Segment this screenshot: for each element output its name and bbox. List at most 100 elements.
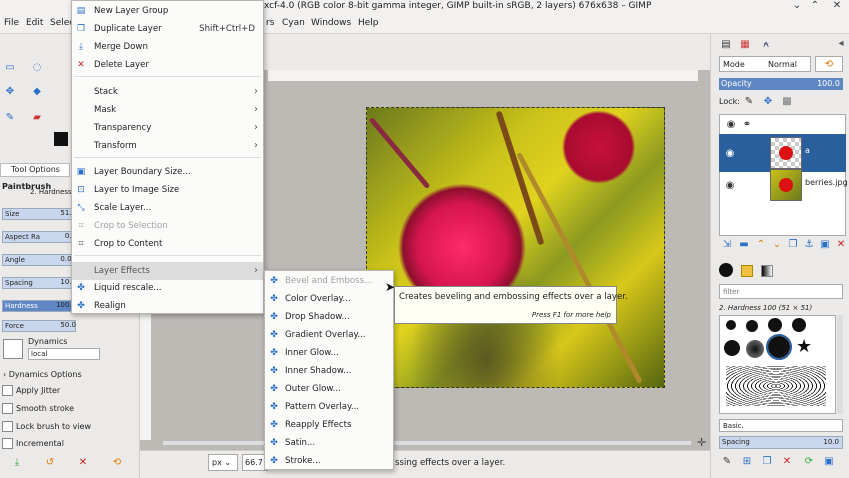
menu-item-delete-layer[interactable]: ✕ Delete Layer — [72, 56, 263, 74]
duplicate-icon[interactable]: ❐ — [787, 238, 799, 250]
menu-windows[interactable]: Windows — [311, 18, 351, 28]
mask-icon[interactable]: ▣ — [819, 238, 831, 250]
menu-item-scale-layer[interactable]: ⤡ Scale Layer... — [72, 199, 263, 217]
bucket-icon[interactable]: ◆ — [30, 84, 44, 98]
brush-thumb[interactable] — [792, 318, 806, 332]
menu-item-transform[interactable]: Transform › — [72, 137, 263, 155]
menu-item-duplicate-layer[interactable]: ❐ Duplicate Layer Shift+Ctrl+D — [72, 20, 263, 38]
tab-tool-options[interactable]: Tool Options — [0, 163, 70, 177]
delete-options-icon[interactable]: ✕ — [76, 455, 90, 469]
raise-layer-icon[interactable]: ⌃ — [755, 238, 767, 250]
brush-thumb[interactable] — [746, 320, 758, 332]
close-icon[interactable]: ✕ — [830, 0, 844, 12]
anchor-icon[interactable]: ⚓ — [803, 238, 815, 250]
lasso-icon[interactable]: ◌ — [30, 60, 44, 74]
layers-tab-icon[interactable]: ▤ — [719, 37, 733, 51]
new-layer-icon[interactable]: ⇲ — [721, 238, 733, 250]
eye-icon[interactable]: ◉ — [723, 178, 737, 192]
brush-spacing-slider[interactable]: Spacing 10.0 — [719, 436, 843, 449]
restore-options-icon[interactable]: ↺ — [43, 455, 57, 469]
lower-layer-icon[interactable]: ⌄ — [771, 238, 783, 250]
menu-colors[interactable]: Cyan — [282, 18, 305, 28]
menu-item-transparency[interactable]: Transparency › — [72, 119, 263, 137]
layer-name[interactable]: berries.jpg — [805, 178, 848, 187]
menu-item-layer-effects[interactable]: Layer Effects › — [72, 262, 263, 280]
menu-item-bevel-emboss[interactable]: ✤ Bevel and Emboss... — [265, 272, 393, 290]
refresh-brushes-icon[interactable]: ⟳ — [803, 454, 815, 468]
horizontal-ruler[interactable] — [268, 70, 698, 82]
delete-brush-icon[interactable]: ✕ — [781, 454, 793, 468]
brushes-tab-icon[interactable] — [719, 263, 733, 277]
star-brush-icon[interactable]: ★ — [796, 338, 812, 356]
menu-item-merge-down[interactable]: ⤓ Merge Down — [72, 38, 263, 56]
unit-select[interactable]: px ⌄ — [208, 454, 238, 471]
menu-item-stroke[interactable]: ✤ Stroke... — [265, 452, 393, 470]
menu-file[interactable]: File — [4, 18, 19, 28]
new-brush-icon[interactable]: ⊞ — [741, 454, 753, 468]
dynamics-icon[interactable] — [3, 339, 23, 359]
apply-jitter-checkbox[interactable] — [2, 385, 13, 396]
horizontal-scrollbar[interactable] — [162, 440, 692, 446]
menu-edit[interactable]: Edit — [26, 18, 43, 28]
texture-brushes[interactable] — [726, 366, 826, 406]
menu-item-color-overlay[interactable]: ✤ Color Overlay... — [265, 290, 393, 308]
menu-item-new-layer-group[interactable]: ▤ New Layer Group — [72, 2, 263, 20]
eraser-icon[interactable]: ▰ — [30, 110, 44, 124]
rect-select-icon[interactable]: ▭ — [3, 60, 17, 74]
pencil-icon[interactable]: ✎ — [3, 110, 17, 124]
brush-preset-select[interactable]: Basic. — [719, 419, 843, 432]
reset-options-icon[interactable]: ⟲ — [110, 455, 124, 469]
lock-brush-checkbox[interactable] — [2, 421, 13, 432]
minimize-icon[interactable]: ⌄ — [790, 0, 804, 12]
panel-menu-icon[interactable]: ◂ — [835, 37, 847, 49]
brushes-scrollbar[interactable] — [837, 315, 843, 414]
brush-thumb[interactable] — [746, 340, 764, 358]
paths-tab-icon[interactable]: ⍲ — [759, 37, 773, 51]
menu-item-drop-shadow[interactable]: ✤ Drop Shadow... — [265, 308, 393, 326]
brush-thumb[interactable] — [724, 340, 740, 356]
save-options-icon[interactable]: ⤓ — [10, 455, 24, 469]
menu-help[interactable]: Help — [358, 18, 379, 28]
force-value[interactable]: 50.0 — [50, 320, 76, 332]
brush-thumb[interactable] — [768, 318, 782, 332]
open-brush-icon[interactable]: ▣ — [823, 454, 835, 468]
menu-item-layer-boundary-size[interactable]: ▣ Layer Boundary Size... — [72, 163, 263, 181]
channels-tab-icon[interactable]: ▦ — [738, 37, 752, 51]
gradients-tab-icon[interactable] — [761, 265, 773, 277]
menu-filters[interactable]: rs — [266, 18, 274, 28]
menu-item-mask[interactable]: Mask › — [72, 101, 263, 119]
menu-item-realign[interactable]: ✤ Realign — [72, 297, 263, 315]
lock-pixels-icon[interactable]: ✎ — [743, 95, 755, 107]
smooth-stroke-checkbox[interactable] — [2, 403, 13, 414]
new-group-icon[interactable]: ▬ — [738, 238, 750, 250]
mode-select[interactable]: Mode Normal — [719, 56, 811, 72]
menu-item-stack[interactable]: Stack › — [72, 83, 263, 101]
brushes-grid[interactable]: ★ — [719, 315, 836, 414]
brush-thumb-selected[interactable] — [766, 334, 792, 360]
lock-position-icon[interactable]: ✥ — [762, 95, 774, 107]
brush-filter-input[interactable]: filter — [719, 284, 843, 299]
patterns-tab-icon[interactable] — [741, 265, 753, 277]
menu-item-liquid-rescale[interactable]: ✤ Liquid rescale... — [72, 279, 263, 297]
menu-item-inner-glow[interactable]: ✤ Inner Glow... — [265, 344, 393, 362]
brush-thumb[interactable] — [726, 320, 736, 330]
menu-item-inner-shadow[interactable]: ✤ Inner Shadow... — [265, 362, 393, 380]
menu-item-pattern-overlay[interactable]: ✤ Pattern Overlay... — [265, 398, 393, 416]
menu-item-gradient-overlay[interactable]: ✤ Gradient Overlay... — [265, 326, 393, 344]
menu-item-layer-to-image-size[interactable]: ⊡ Layer to Image Size — [72, 181, 263, 199]
incremental-checkbox[interactable] — [2, 438, 13, 449]
dynamics-options-toggle[interactable]: › Dynamics Options — [3, 370, 82, 379]
layer-name[interactable]: a — [805, 146, 810, 155]
fg-color-swatch[interactable] — [54, 132, 68, 146]
edit-brush-icon[interactable]: ✎ — [721, 454, 733, 468]
dynamics-select[interactable]: local — [28, 348, 100, 360]
duplicate-brush-icon[interactable]: ❐ — [761, 454, 773, 468]
lock-alpha-icon[interactable]: ▩ — [781, 95, 793, 107]
navigate-icon[interactable]: ✛ — [697, 436, 706, 449]
menu-item-satin[interactable]: ✤ Satin... — [265, 434, 393, 452]
blend-space-icon[interactable]: ⟲ — [815, 56, 843, 72]
maximize-icon[interactable]: ⌃ — [808, 0, 822, 12]
layer-row[interactable]: ◉ berries.jpg — [719, 166, 848, 204]
eye-icon[interactable]: ◉ — [723, 146, 737, 160]
menu-item-crop-to-content[interactable]: ⌗ Crop to Content — [72, 235, 263, 253]
